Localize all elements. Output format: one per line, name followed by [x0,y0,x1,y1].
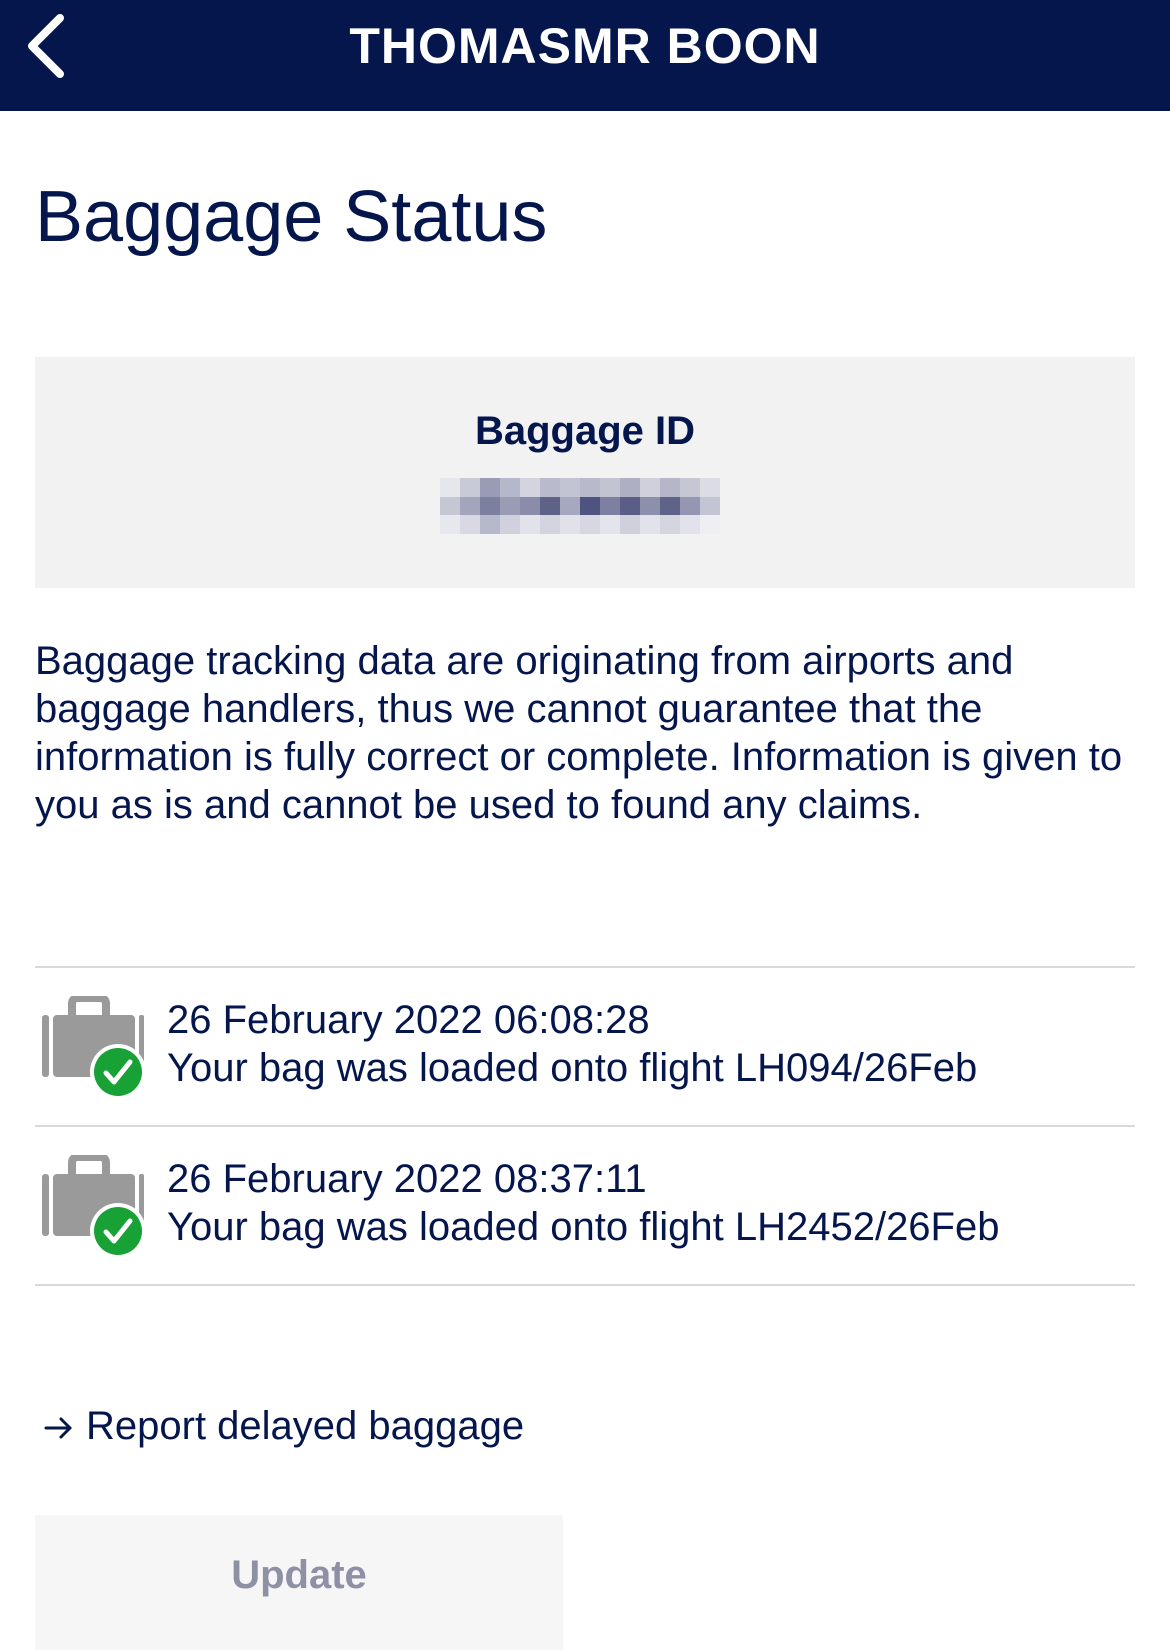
baggage-id-label: Baggage ID [474,409,696,453]
report-delayed-baggage-link[interactable]: Report delayed baggage [40,1398,524,1454]
divider [35,1284,1135,1286]
baggage-id-value-obscured [440,478,720,534]
page-title: Baggage Status [35,177,548,257]
event-timestamp: 26 February 2022 08:37:11 [167,1157,647,1201]
header-title: THOMASMR BOON [349,18,821,74]
baggage-id-panel: Baggage ID [35,357,1135,588]
tracking-event-row: 26 February 2022 06:08:28 Your bag was l… [35,968,1135,1125]
event-timestamp: 26 February 2022 06:08:28 [167,998,650,1042]
update-button-label: Update [231,1553,367,1597]
report-delayed-baggage-label: Report delayed baggage [86,1404,525,1448]
disclaimer-text: Baggage tracking data are originating fr… [35,639,1123,827]
bag-loaded-icon [42,1155,144,1259]
tracking-event-row: 26 February 2022 08:37:11 Your bag was l… [35,1127,1135,1284]
arrow-right-icon [44,1417,72,1439]
event-description: Your bag was loaded onto flight LH2452/2… [167,1205,1000,1249]
bag-loaded-icon [42,996,144,1100]
update-button[interactable]: Update [35,1515,563,1650]
event-description: Your bag was loaded onto flight LH094/26… [167,1046,978,1090]
app-header: THOMASMR BOON [0,0,1170,111]
